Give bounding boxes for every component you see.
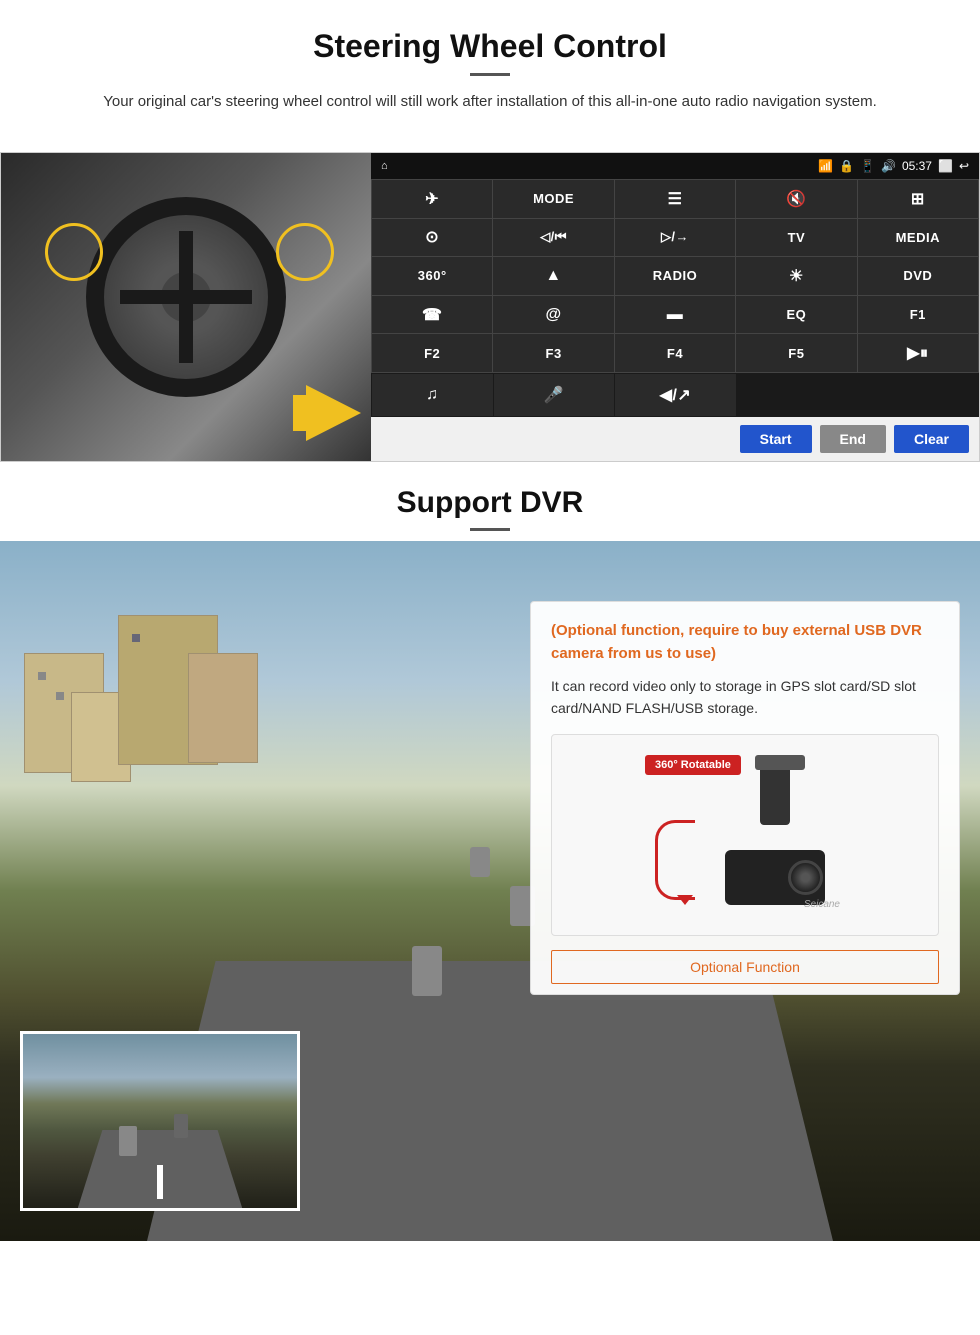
dvr-camera-visual: 360° Rotatable Seicane: [645, 755, 845, 915]
btn-settings[interactable]: ⊙: [372, 219, 492, 257]
lock-icon: 🔒: [839, 159, 854, 173]
steering-section: Steering Wheel Control Your original car…: [0, 0, 980, 152]
btn-f5[interactable]: F5: [736, 334, 856, 372]
wifi-icon: 📶: [818, 159, 833, 173]
steering-wheel: [86, 197, 286, 397]
steering-title: Steering Wheel Control: [40, 28, 940, 65]
btn-radio[interactable]: RADIO: [615, 257, 735, 295]
window-icon: ⬜: [938, 159, 953, 173]
status-left: ⌂: [381, 160, 388, 172]
btn-mode[interactable]: MODE: [493, 180, 613, 218]
building-cluster: [0, 576, 470, 961]
dvr-thumbnail: [20, 1031, 300, 1211]
dvr-camera-box: 360° Rotatable Seicane: [551, 734, 939, 936]
btn-web[interactable]: @: [493, 296, 613, 334]
dvr-scene: (Optional function, require to buy exter…: [0, 541, 980, 1241]
btn-brightness[interactable]: ☀: [736, 257, 856, 295]
btn-f2[interactable]: F2: [372, 334, 492, 372]
steering-description: Your original car's steering wheel contr…: [80, 90, 900, 114]
status-bar: ⌂ 📶 🔒 📱 🔊 05:37 ⬜ ↩: [371, 153, 979, 179]
btn-f3[interactable]: F3: [493, 334, 613, 372]
screen-icon: 📱: [860, 159, 875, 173]
car-3: [470, 847, 490, 877]
btn-tv[interactable]: TV: [736, 219, 856, 257]
clear-button[interactable]: Clear: [894, 425, 969, 453]
dvr-title: Support DVR: [40, 486, 940, 520]
btn-menu[interactable]: ☰: [615, 180, 735, 218]
btn-next[interactable]: ▷/→: [615, 219, 735, 257]
btn-phone[interactable]: ☎: [372, 296, 492, 334]
spoke-vertical: [179, 231, 193, 362]
dvr-description: It can record video only to storage in G…: [551, 675, 939, 720]
btn-360[interactable]: 360°: [372, 257, 492, 295]
dvr-optional-text: (Optional function, require to buy exter…: [551, 620, 939, 665]
left-control-circle: [45, 223, 103, 281]
btn-eject[interactable]: ▲: [493, 257, 613, 295]
btn-dvd[interactable]: DVD: [858, 257, 978, 295]
optional-function-label: Optional Function: [551, 950, 939, 984]
steering-content-area: ⌂ 📶 🔒 📱 🔊 05:37 ⬜ ↩ ✈ MODE ☰ 🔇 ⊞ ⊙ ◁/⏮ ▷…: [0, 152, 980, 462]
btn-prev[interactable]: ◁/⏮: [493, 219, 613, 257]
end-button[interactable]: End: [820, 425, 886, 453]
btn-f4[interactable]: F4: [615, 334, 735, 372]
right-control-circle: [276, 223, 334, 281]
car-1: [412, 946, 442, 996]
camera-lens: [788, 860, 823, 895]
btn-apps[interactable]: ⊞: [858, 180, 978, 218]
btn-mute[interactable]: 🔇: [736, 180, 856, 218]
vol-icon: 🔊: [881, 159, 896, 173]
btn-music[interactable]: ♫: [372, 374, 493, 416]
btn-navigation[interactable]: ✈: [372, 180, 492, 218]
start-button[interactable]: Start: [740, 425, 812, 453]
dvr-section: Support DVR: [0, 462, 980, 1241]
arrow-indicator: [306, 385, 361, 441]
btn-f1[interactable]: F1: [858, 296, 978, 334]
status-right: 📶 🔒 📱 🔊 05:37 ⬜ ↩: [818, 159, 969, 173]
dvr-header: Support DVR: [0, 462, 980, 541]
thumb-car1: [119, 1126, 137, 1156]
camera-badge: 360° Rotatable: [645, 755, 741, 775]
btn-mic[interactable]: 🎤: [494, 374, 615, 416]
dvr-title-divider: [470, 528, 510, 531]
home-icon: ⌂: [381, 160, 388, 172]
dvr-info-box: (Optional function, require to buy exter…: [530, 601, 960, 995]
camera-base: [755, 755, 805, 770]
btn-vol-seek[interactable]: ◀/↗: [615, 374, 736, 416]
thumb-car2: [174, 1114, 188, 1138]
camera-watermark: Seicane: [804, 899, 840, 910]
steering-wheel-image: [1, 153, 371, 461]
controls-bar: Start End Clear: [371, 417, 979, 461]
back-icon: ↩: [959, 159, 969, 173]
title-divider: [470, 73, 510, 76]
btn-screen[interactable]: ▬: [615, 296, 735, 334]
thumb-road-line: [157, 1165, 162, 1200]
ui-panel: ⌂ 📶 🔒 📱 🔊 05:37 ⬜ ↩ ✈ MODE ☰ 🔇 ⊞ ⊙ ◁/⏮ ▷…: [371, 153, 979, 461]
btn-eq[interactable]: EQ: [736, 296, 856, 334]
button-grid: ✈ MODE ☰ 🔇 ⊞ ⊙ ◁/⏮ ▷/→ TV MEDIA 360° ▲ R…: [371, 179, 979, 373]
btn-media[interactable]: MEDIA: [858, 219, 978, 257]
rotation-arrow: [655, 820, 695, 900]
time-display: 05:37: [902, 159, 932, 173]
btn-playpause[interactable]: ▶⏸: [858, 334, 978, 372]
